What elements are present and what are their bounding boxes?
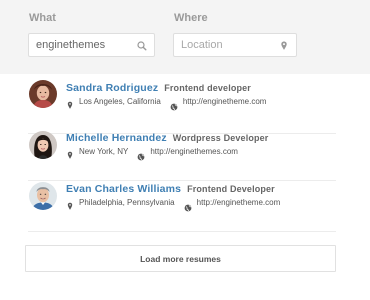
- what-field[interactable]: [28, 33, 155, 57]
- resume-website-link[interactable]: http://enginetheme.com: [197, 198, 281, 207]
- what-input[interactable]: [36, 39, 137, 51]
- globe-icon: [137, 148, 145, 160]
- avatar[interactable]: [29, 182, 57, 210]
- avatar[interactable]: [29, 131, 57, 159]
- globe-icon: [170, 98, 178, 110]
- where-field[interactable]: [173, 33, 297, 57]
- avatar[interactable]: [29, 80, 57, 108]
- where-label: Where: [174, 12, 208, 24]
- search-icon[interactable]: [137, 39, 147, 51]
- what-label: What: [29, 12, 56, 24]
- map-pin-icon: [66, 198, 74, 210]
- resume-role: Frontend developer: [164, 83, 251, 93]
- resume-website-link[interactable]: http://enginetheme.com: [183, 97, 267, 106]
- resume-website-link[interactable]: http://enginethemes.com: [150, 147, 238, 156]
- map-pin-icon: [279, 39, 289, 51]
- resume-role: Frontend Developer: [187, 184, 275, 194]
- resume-item: Evan Charles Williams Frontend Developer…: [28, 172, 336, 232]
- resume-name-link[interactable]: Michelle Hernandez: [66, 132, 167, 144]
- load-more-resumes-button[interactable]: Load more resumes: [25, 245, 336, 272]
- resume-location: Philadelphia, Pennsylvania: [79, 198, 175, 207]
- resume-name-link[interactable]: Sandra Rodriguez: [66, 82, 158, 94]
- globe-icon: [184, 199, 192, 211]
- map-pin-icon: [66, 97, 74, 109]
- search-panel: What Where: [0, 0, 370, 74]
- resume-name-link[interactable]: Evan Charles Williams: [66, 183, 181, 195]
- resume-location: New York, NY: [79, 147, 129, 156]
- resume-location: Los Angeles, California: [79, 97, 161, 106]
- location-input[interactable]: [181, 39, 279, 51]
- map-pin-icon: [66, 147, 74, 159]
- resume-role: Wordpress Developer: [172, 133, 269, 143]
